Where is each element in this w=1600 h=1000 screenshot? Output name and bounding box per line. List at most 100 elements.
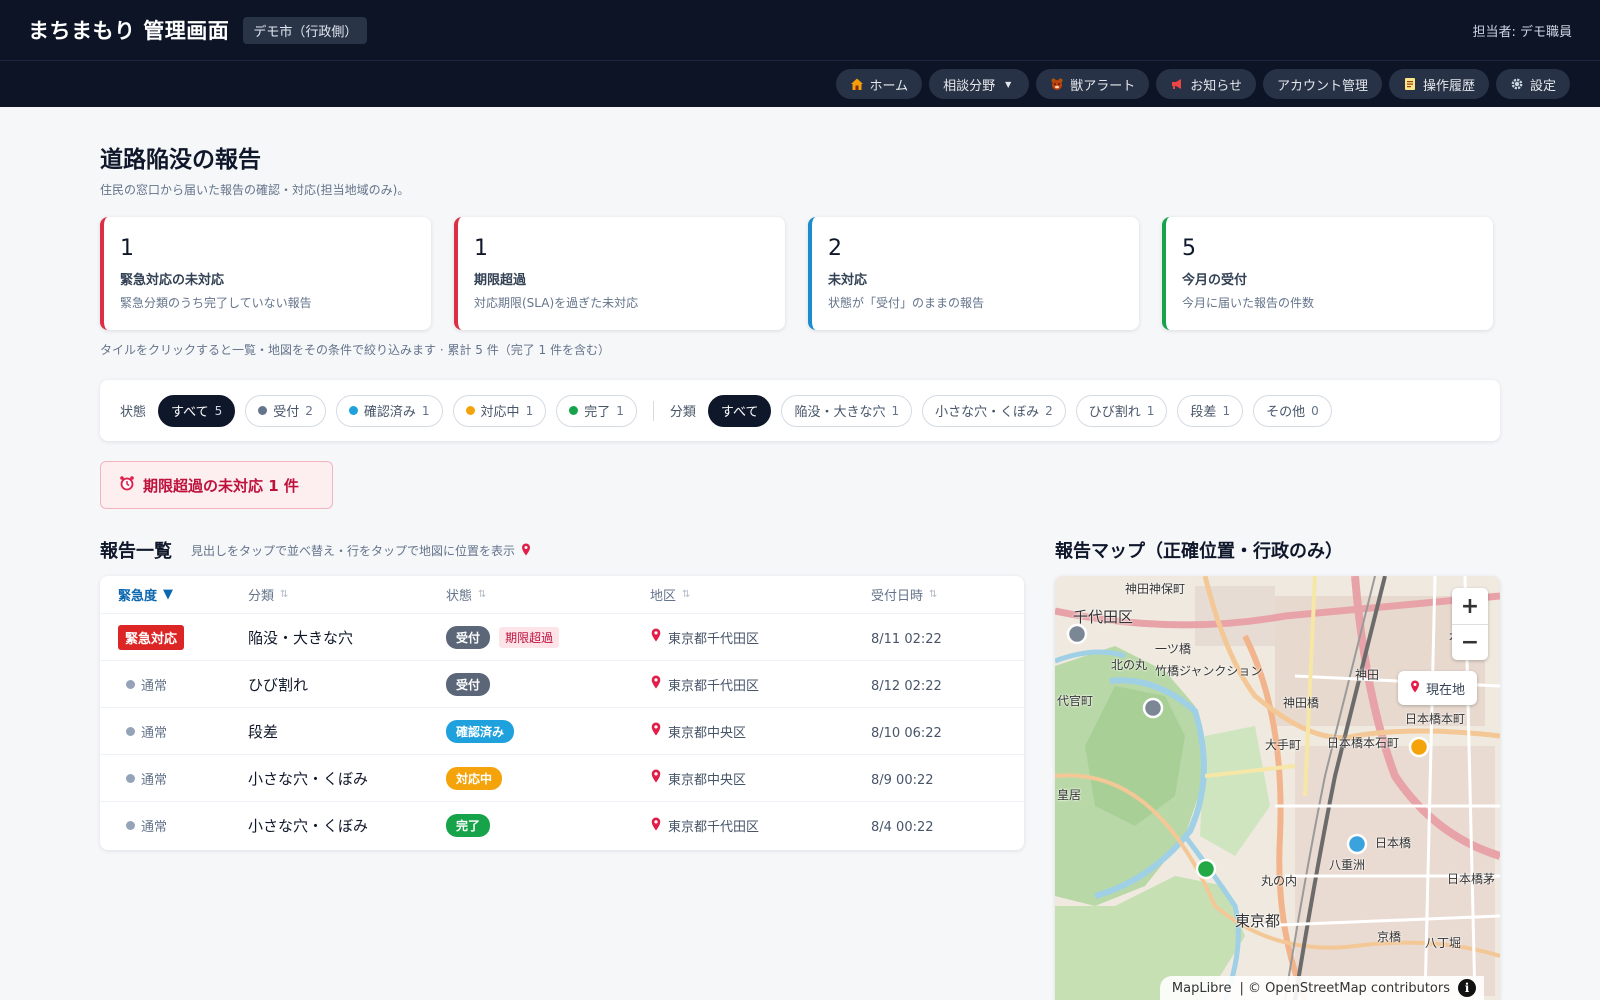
nav-animal-alert[interactable]: 獣アラート <box>1036 69 1150 99</box>
column-area[interactable]: 地区 ⇅ <box>650 585 871 604</box>
column-label: 状態 <box>446 589 473 604</box>
nav-home[interactable]: ホーム <box>835 69 923 99</box>
history-icon <box>1403 77 1417 91</box>
status-dot <box>569 406 579 415</box>
map-marker-confirmed[interactable] <box>1346 833 1368 855</box>
map-label: 日本橋 <box>1375 836 1412 850</box>
kpi-value: 1 <box>474 236 488 261</box>
chip-label: 完了 <box>584 405 611 420</box>
osm-attribution[interactable]: | © OpenStreetMap contributors <box>1240 981 1451 996</box>
nav-announcements[interactable]: お知らせ <box>1156 69 1256 99</box>
status-chip-all[interactable]: すべて 5 <box>158 394 236 427</box>
map-marker-received[interactable] <box>1142 697 1164 719</box>
urgency-normal: 通常 <box>118 769 248 788</box>
urgency-label: 通常 <box>141 725 168 741</box>
column-received-date[interactable]: 受付日時 ⇅ <box>871 585 1024 604</box>
map-label: 東京都 <box>1235 912 1281 930</box>
kpi-monthly-received[interactable]: 5 今月の受付 今月に届いた報告の件数 <box>1162 217 1493 330</box>
kpi-overdue[interactable]: 1 期限超過 対応期限(SLA)を過ぎた未対応 <box>454 217 785 330</box>
column-label: 受付日時 <box>871 589 924 604</box>
kpi-label: 期限超過 <box>474 273 527 288</box>
kpi-value: 5 <box>1182 236 1196 261</box>
table-row[interactable]: 通常 小さな穴・くぼみ 対応中 東京都中央区 8/9 00:22 <box>100 755 1024 802</box>
map-marker-completed[interactable] <box>1195 858 1217 880</box>
status-chip-in-progress[interactable]: 対応中 1 <box>452 394 547 427</box>
category-chip-all[interactable]: すべて <box>707 394 772 427</box>
maplibre-link[interactable]: MapLibre <box>1172 981 1232 996</box>
overdue-tag: 期限超過 <box>499 626 560 648</box>
nav-consult-label: 相談分野 <box>943 78 996 94</box>
map-label: 北の丸 <box>1111 658 1148 672</box>
report-list-title: 報告一覧 <box>100 541 172 562</box>
map-label: 京橋 <box>1377 930 1402 944</box>
category-chip-other[interactable]: その他 0 <box>1253 394 1332 427</box>
map-label: 竹橋ジャンクション <box>1155 664 1263 678</box>
main-nav: ホーム 相談分野 ▼ 獣アラート お知らせ アカウント管理 操作履歴 設定 <box>0 60 1600 107</box>
table-row[interactable]: 通常 ひび割れ 受付 東京都千代田区 8/12 02:22 <box>100 661 1024 708</box>
category-chip-crack[interactable]: ひび割れ 1 <box>1075 394 1168 427</box>
date-cell: 8/4 00:22 <box>871 820 934 835</box>
current-location-button[interactable]: 現在地 <box>1398 671 1478 705</box>
urgency-normal: 通常 <box>118 816 248 835</box>
category-cell: 陥没・大きな穴 <box>248 628 354 647</box>
column-status[interactable]: 状態 ⇅ <box>446 585 650 604</box>
column-category[interactable]: 分類 ⇅ <box>248 585 446 604</box>
kpi-value: 2 <box>828 236 842 261</box>
report-map-title: 報告マップ（正確位置・行政のみ） <box>1055 541 1343 562</box>
column-urgency[interactable]: 緊急度 ▼ <box>100 585 248 604</box>
urgency-dot <box>126 726 135 736</box>
map-label: 皇居 <box>1057 788 1082 802</box>
zoom-out-button[interactable]: − <box>1452 624 1488 660</box>
category-chip-sinkhole[interactable]: 陥没・大きな穴 1 <box>781 394 913 427</box>
status-chip-confirmed[interactable]: 確認済み 1 <box>335 394 443 427</box>
category-chip-step[interactable]: 段差 1 <box>1177 394 1244 427</box>
overdue-alert[interactable]: 期限超過の未対応 1 件 <box>100 461 333 509</box>
info-icon[interactable]: i <box>1458 979 1476 997</box>
table-row[interactable]: 緊急対応 陥没・大きな穴 受付 期限超過 東京都千代田区 8/11 02:22 <box>100 614 1024 661</box>
nav-consult-category[interactable]: 相談分野 ▼ <box>929 69 1030 99</box>
map-label: 神田 <box>1355 668 1380 682</box>
kpi-label: 未対応 <box>828 273 868 288</box>
status-chip-received[interactable]: 受付 2 <box>245 394 326 427</box>
status-pill: 受付 <box>446 625 491 649</box>
zoom-in-button[interactable]: + <box>1452 588 1488 624</box>
table-row[interactable]: 通常 小さな穴・くぼみ 完了 東京都千代田区 8/4 00:22 <box>100 802 1024 849</box>
date-cell: 8/12 02:22 <box>871 678 942 694</box>
urgency-label: 通常 <box>141 772 168 788</box>
chip-count: 5 <box>214 403 223 418</box>
pin-icon <box>650 628 662 646</box>
table-row[interactable]: 通常 段差 確認済み 東京都中央区 8/10 06:22 <box>100 708 1024 755</box>
kpi-unhandled[interactable]: 2 未対応 状態が「受付」のままの報告 <box>808 217 1139 330</box>
nav-account-management[interactable]: アカウント管理 <box>1262 69 1382 99</box>
kpi-urgent-unresolved[interactable]: 1 緊急対応の未対応 緊急分類のうち完了していない報告 <box>100 217 431 330</box>
home-icon <box>850 77 864 91</box>
map-label: 日本橋茅 <box>1447 872 1496 886</box>
top-header: まちまもり 管理画面 デモ市（行政側） 担当者: デモ職員 <box>0 0 1600 60</box>
pin-icon <box>650 675 662 693</box>
kpi-label: 今月の受付 <box>1182 273 1248 288</box>
pin-icon <box>1410 680 1420 697</box>
alarm-clock-icon <box>119 475 135 495</box>
map-attribution: MapLibre | © OpenStreetMap contributors … <box>1159 976 1484 1000</box>
map-label: 大手町 <box>1265 738 1302 752</box>
date-cell: 8/11 02:22 <box>871 631 942 647</box>
date-cell: 8/9 00:22 <box>871 772 934 788</box>
urgency-normal: 通常 <box>118 722 248 741</box>
category-chip-small-hole[interactable]: 小さな穴・くぼみ 2 <box>922 394 1066 427</box>
map-label: 神田橋 <box>1283 696 1320 710</box>
nav-announcements-label: お知らせ <box>1190 78 1242 94</box>
nav-operation-history[interactable]: 操作履歴 <box>1388 69 1489 99</box>
map-marker-in-progress[interactable] <box>1408 736 1430 758</box>
map-marker-received[interactable] <box>1066 623 1088 645</box>
report-list-hint: 見出しをタップで並べ替え・行をタップで地図に位置を表示 <box>191 542 531 559</box>
report-map[interactable]: 神田神保町 千代田区 北の丸 一ツ橋 竹橋ジャンクション 代官町 神田 本町 神… <box>1055 576 1500 1000</box>
sort-icon: ⇅ <box>682 589 691 600</box>
chip-label: 陥没・大きな穴 <box>794 405 886 420</box>
status-pill: 対応中 <box>446 766 503 790</box>
nav-settings[interactable]: 設定 <box>1495 69 1570 99</box>
map-label: 代官町 <box>1057 694 1094 708</box>
status-pill: 完了 <box>446 814 491 837</box>
megaphone-icon <box>1170 77 1184 91</box>
status-chip-completed[interactable]: 完了 1 <box>556 394 637 427</box>
chip-label: 対応中 <box>480 405 520 420</box>
